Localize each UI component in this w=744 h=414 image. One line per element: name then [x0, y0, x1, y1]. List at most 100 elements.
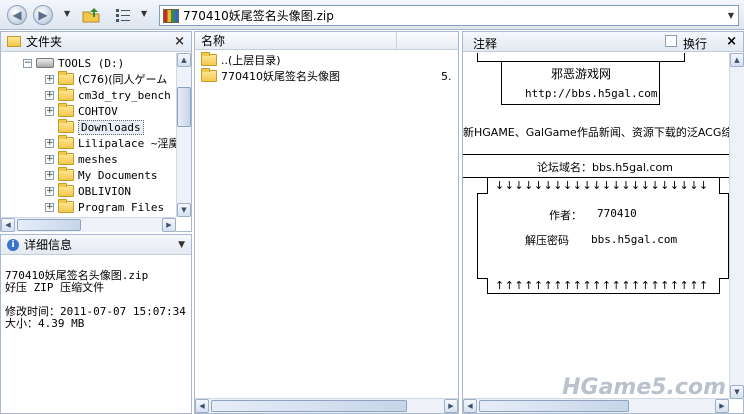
- author-label: 作者：: [549, 209, 582, 222]
- toolbar: ◀ ▶ ▼ ▼ 770410妖尾签名头像图.zip ▼: [0, 0, 744, 30]
- comment-pane-close-icon[interactable]: ×: [726, 34, 737, 49]
- expand-icon[interactable]: +: [45, 202, 54, 212]
- expand-icon[interactable]: +: [45, 186, 54, 196]
- folder-icon: [58, 199, 74, 213]
- tree-item-label: COHTOV: [78, 104, 118, 118]
- folder-pane: 文件夹 × − TOOLS (D:) + (C76)(同人ゲーム + cm3d_…: [0, 31, 192, 232]
- zip-archive-icon: [163, 8, 179, 23]
- tree-item[interactable]: + cm3d_try_bench: [45, 87, 171, 103]
- site-description: 新HGAME、GalGame作品新闻、资源下载的泛ACG综合: [463, 126, 729, 139]
- scroll-thumb[interactable]: [17, 219, 81, 231]
- scroll-right-icon[interactable]: ▶: [444, 399, 458, 413]
- scroll-left-icon[interactable]: ◀: [463, 399, 477, 413]
- comment-pane-header: 注释 换行 ×: [463, 32, 743, 52]
- comment-vscrollbar[interactable]: ▲ ▼: [729, 53, 744, 399]
- folder-icon: [58, 135, 74, 149]
- up-folder-icon[interactable]: [82, 6, 100, 24]
- folder-icon: [58, 119, 74, 133]
- ascii-line: [487, 293, 720, 294]
- scroll-thumb[interactable]: [177, 87, 191, 127]
- comment-pane-title: 注释: [473, 37, 498, 51]
- scroll-up-icon[interactable]: ▲: [730, 53, 744, 67]
- scroll-thumb[interactable]: [479, 400, 629, 412]
- expand-icon[interactable]: +: [45, 90, 54, 100]
- file-name: ..(上层目录): [221, 54, 281, 67]
- expand-icon[interactable]: +: [45, 74, 54, 84]
- folder-icon: [58, 87, 74, 101]
- expand-icon[interactable]: +: [45, 170, 54, 180]
- ascii-line: [719, 177, 720, 193]
- folder-pane-icon: [7, 36, 21, 47]
- folder-icon: [58, 103, 74, 117]
- tree-item[interactable]: + (C76)(同人ゲーム: [45, 71, 167, 87]
- drive-icon: [36, 58, 54, 68]
- file-list-pane: 名称 ..(上层目录) 770410妖尾签名头像图 5. ◀ ▶: [194, 31, 459, 414]
- tree-item[interactable]: + My Documents: [45, 167, 157, 183]
- drive-label: TOOLS (D:): [58, 56, 125, 70]
- comment-pane: 注释 换行 × 邪恶游戏网 http://bbs.h5gal.com 新HGAM…: [462, 31, 744, 414]
- tree-item[interactable]: + meshes: [45, 151, 118, 167]
- tree-item[interactable]: + Program Files: [45, 199, 164, 215]
- scroll-left-icon[interactable]: ◀: [1, 218, 15, 232]
- scroll-right-icon[interactable]: ▶: [162, 218, 176, 232]
- folder-pane-title: 文件夹: [26, 35, 63, 49]
- tree-item-selected[interactable]: Downloads: [58, 119, 144, 135]
- details-pane-header: i 详细信息 ▼: [1, 235, 191, 255]
- ascii-line: [684, 53, 685, 62]
- site-watermark: HGame5.com: [562, 375, 726, 400]
- address-text: 770410妖尾签名头像图.zip: [183, 9, 334, 23]
- history-dropdown-icon[interactable]: ▼: [64, 9, 70, 18]
- ascii-line: [463, 154, 729, 155]
- password-value: bbs.h5gal.com: [591, 233, 678, 246]
- scroll-up-icon[interactable]: ▲: [177, 53, 191, 67]
- expand-icon[interactable]: +: [45, 138, 54, 148]
- scroll-down-icon[interactable]: ▼: [177, 203, 191, 217]
- wrap-label: 换行: [683, 37, 708, 51]
- collapse-icon[interactable]: −: [23, 58, 32, 68]
- file-row-parent[interactable]: ..(上层目录): [201, 52, 281, 68]
- comment-text-area[interactable]: 邪恶游戏网 http://bbs.h5gal.com 新HGAME、GalGam…: [463, 53, 729, 399]
- tree-drive[interactable]: − TOOLS (D:): [23, 55, 124, 71]
- address-bar[interactable]: 770410妖尾签名头像图.zip ▼: [159, 5, 739, 26]
- folder-icon: [201, 68, 217, 82]
- ascii-line: [501, 61, 502, 105]
- ascii-line: [719, 278, 720, 294]
- forum-domain: 论坛域名：bbs.h5gal.com: [537, 161, 673, 174]
- file-size-truncated: 5.: [441, 69, 452, 83]
- expand-icon[interactable]: +: [45, 154, 54, 164]
- column-name-header[interactable]: 名称: [195, 32, 397, 49]
- folder-pane-header: 文件夹 ×: [1, 32, 191, 52]
- wrap-checkbox[interactable]: [665, 35, 677, 47]
- view-list-icon[interactable]: [114, 6, 132, 24]
- tree-item-label: OBLIVION: [78, 184, 131, 198]
- scroll-left-icon[interactable]: ◀: [195, 399, 209, 413]
- folder-vscrollbar[interactable]: ▲ ▼: [176, 53, 191, 217]
- details-collapse-icon[interactable]: ▼: [178, 240, 185, 250]
- ascii-line: [501, 104, 660, 105]
- view-dropdown-icon[interactable]: ▼: [141, 9, 147, 18]
- arrow-row-down: ↓↓↓↓↓↓↓↓↓↓↓↓↓↓↓↓↓↓↓↓↓↓: [495, 179, 709, 192]
- tree-item[interactable]: + Lilipalace ~淫魔: [45, 135, 179, 151]
- tree-item[interactable]: + OBLIVION: [45, 183, 131, 199]
- file-hscrollbar[interactable]: ◀ ▶: [195, 398, 458, 413]
- tree-item[interactable]: + COHTOV: [45, 103, 118, 119]
- tree-item-label: meshes: [78, 152, 118, 166]
- comment-hscrollbar[interactable]: ◀ ▶: [463, 398, 729, 413]
- folder-icon: [58, 71, 74, 85]
- file-list-header: 名称: [195, 32, 458, 50]
- file-row[interactable]: 770410妖尾签名头像图 5.: [201, 68, 453, 84]
- details-pane: i 详细信息 ▼ 770410妖尾签名头像图.zip 好压 ZIP 压缩文件 修…: [0, 234, 192, 414]
- tree-item-label: cm3d_try_bench: [78, 88, 171, 102]
- address-dropdown-icon[interactable]: ▼: [724, 11, 738, 20]
- folder-hscrollbar[interactable]: ◀ ▶: [1, 217, 176, 232]
- expand-icon[interactable]: +: [45, 106, 54, 116]
- scroll-right-icon[interactable]: ▶: [715, 399, 729, 413]
- tree-item-label: (C76)(同人ゲーム: [78, 73, 168, 86]
- password-label: 解压密码: [525, 234, 569, 247]
- forward-arrow-icon[interactable]: ▶: [33, 5, 53, 25]
- tree-item-label: Program Files: [78, 200, 165, 214]
- folder-pane-close-icon[interactable]: ×: [174, 34, 185, 49]
- back-arrow-icon[interactable]: ◀: [7, 5, 27, 25]
- scroll-thumb[interactable]: [211, 400, 407, 412]
- scroll-down-icon[interactable]: ▼: [730, 385, 744, 399]
